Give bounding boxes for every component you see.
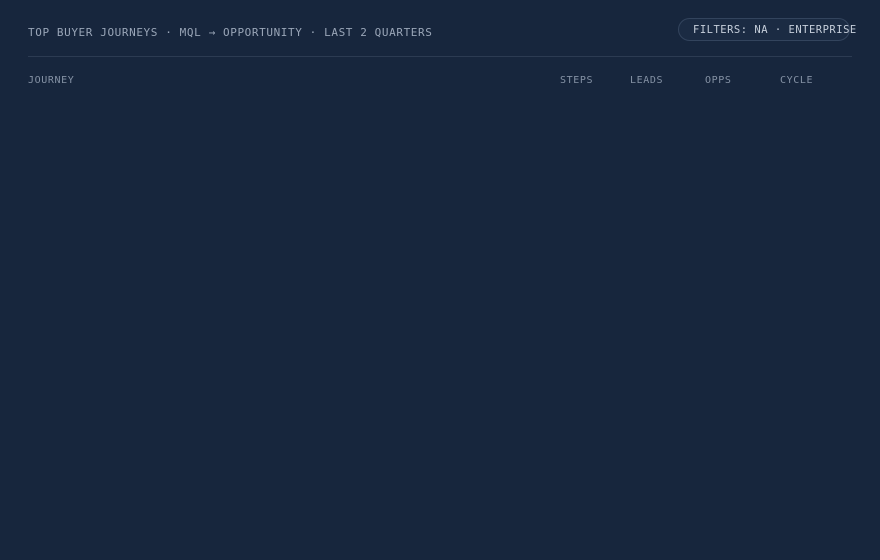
column-header-journey[interactable]: JOURNEY <box>28 75 74 86</box>
filters-label: FILTERS: NA · ENTERPRISE <box>693 23 857 36</box>
column-header-leads[interactable]: LEADS <box>630 75 663 86</box>
filters-button[interactable]: FILTERS: NA · ENTERPRISE <box>678 18 856 41</box>
column-header-steps[interactable]: STEPS <box>560 75 593 86</box>
column-header-cycle[interactable]: CYCLE <box>780 75 813 86</box>
column-header-opps[interactable]: OPPS <box>705 75 731 86</box>
journeys-panel: TOP BUYER JOURNEYS · MQL → OPPORTUNITY ·… <box>0 0 880 560</box>
page-title: TOP BUYER JOURNEYS · MQL → OPPORTUNITY ·… <box>28 26 433 39</box>
header-divider <box>28 56 852 57</box>
